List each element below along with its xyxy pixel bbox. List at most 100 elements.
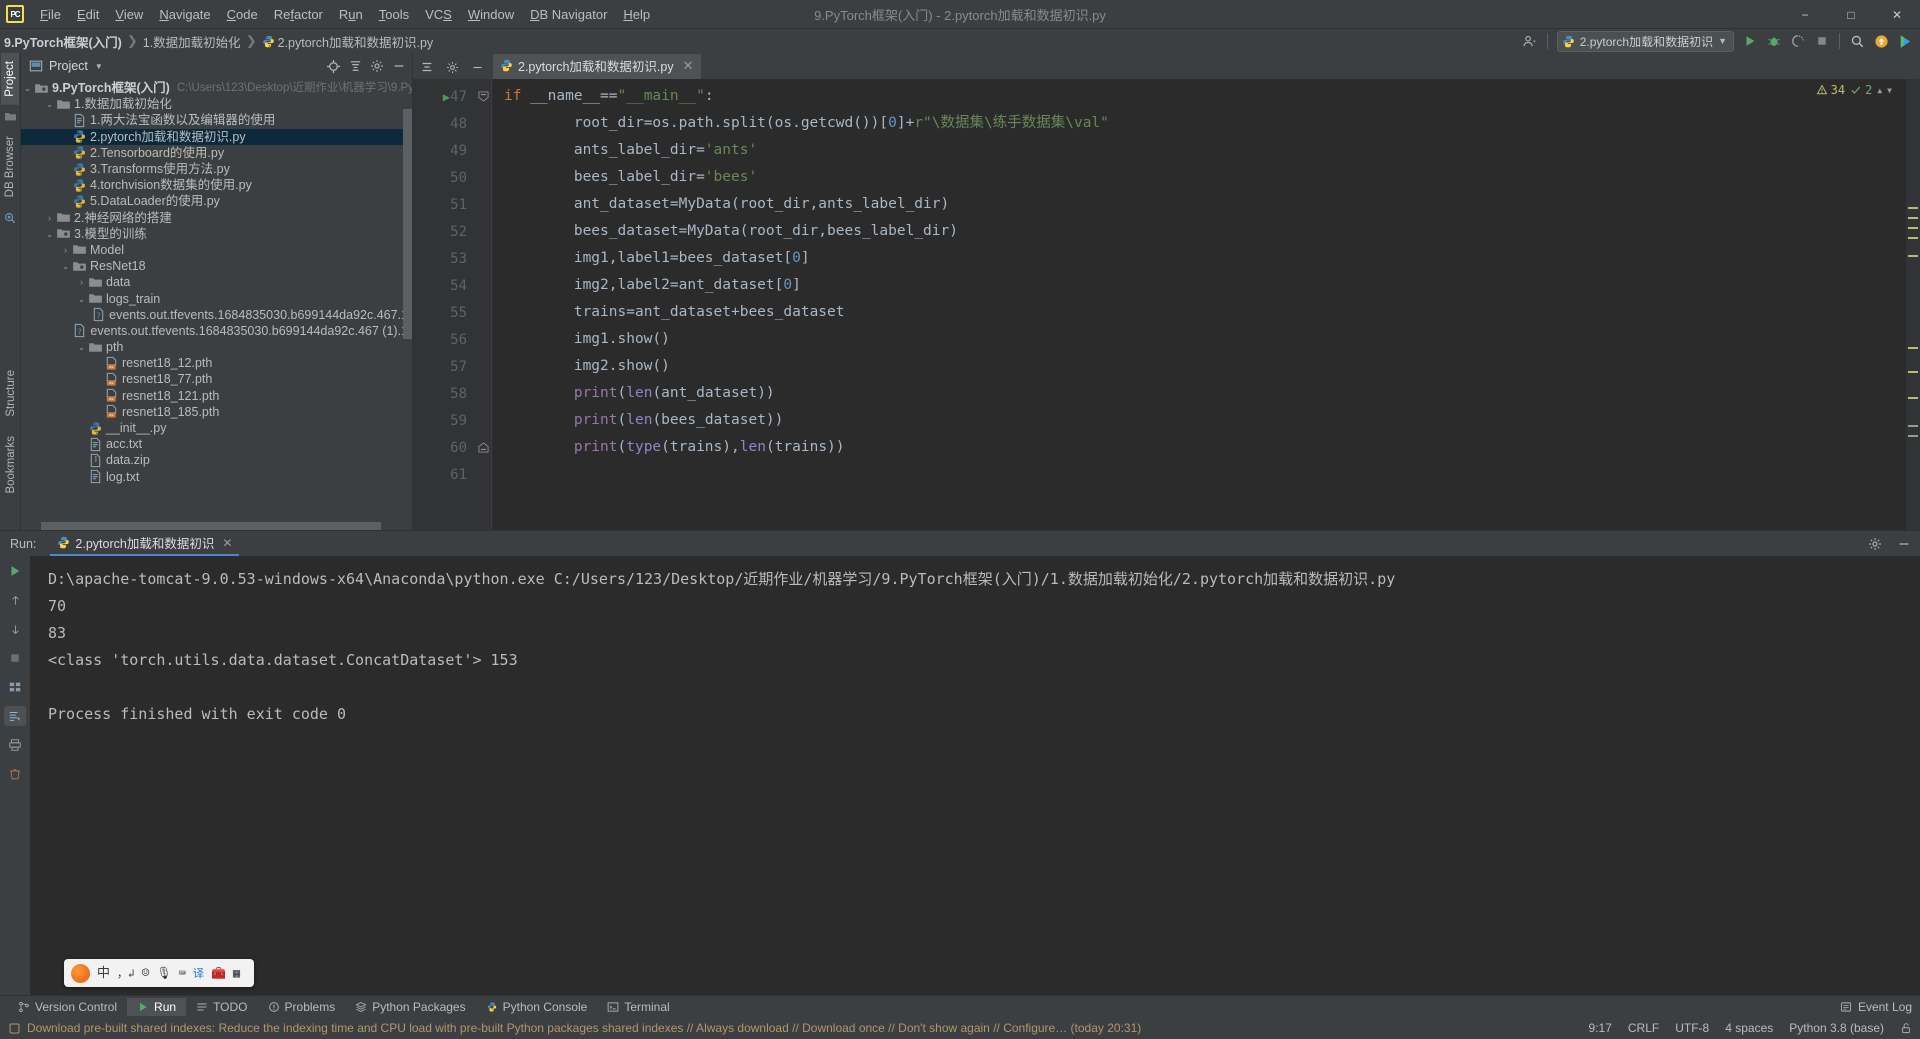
tree-row[interactable]: 2.pytorch加载和数据初识.py [21, 128, 412, 145]
close-icon-run-tab[interactable]: ✕ [222, 536, 232, 550]
menu-view[interactable]: View [107, 3, 151, 26]
run-configuration-selector[interactable]: 2.pytorch加载和数据初识 ▼ [1556, 30, 1734, 52]
tree-row[interactable]: ⌄ 3.模型的训练 [21, 226, 412, 242]
code-line[interactable]: img1,label1=bees_dataset[0] [492, 245, 1920, 272]
tool-window-version-control[interactable]: Version Control [8, 998, 127, 1016]
emoji-icon[interactable]: ☺ [142, 960, 150, 987]
code-content[interactable]: if __name__=="__main__": root_dir=os.pat… [491, 79, 1920, 530]
db-search-icon[interactable] [3, 211, 17, 225]
toolbox-icon[interactable]: 🧰 [211, 960, 226, 987]
gutter-line[interactable]: ▶ 47 [413, 83, 475, 110]
tree-row[interactable]: ⌄ ResNet18 [21, 258, 412, 274]
breadcrumb-folder[interactable]: 1.数据加载初始化 [143, 32, 241, 51]
chevron-up-icon[interactable]: ▲ [1877, 86, 1882, 95]
gutter-line[interactable]: 57 [413, 353, 475, 380]
tree-row[interactable]: 3.Transforms使用方法.py [21, 161, 412, 177]
trash-icon[interactable] [4, 764, 26, 784]
close-icon[interactable]: ✕ [683, 58, 694, 74]
close-button[interactable]: ✕ [1874, 0, 1920, 29]
gutter-line[interactable]: 61 [413, 461, 475, 488]
sidebar-item-bookmarks[interactable]: Bookmarks [2, 426, 20, 504]
down-arrow-icon[interactable] [4, 619, 26, 639]
line-separator[interactable]: CRLF [1628, 1021, 1659, 1035]
update-icon[interactable] [1870, 30, 1892, 52]
tree-row[interactable]: <> resnet18_121.pth [21, 388, 412, 404]
inspection-widget[interactable]: 34 2 ▲ ▼ [1816, 83, 1892, 97]
editor-hide-icon[interactable] [467, 57, 487, 77]
stripe-warning-mark-6[interactable] [1908, 347, 1918, 349]
rerun-icon[interactable] [4, 561, 26, 581]
menu-file[interactable]: File [32, 3, 69, 26]
code-line[interactable]: root_dir=os.path.split(os.getcwd())[0]+r… [492, 110, 1920, 137]
indent-setting[interactable]: 4 spaces [1725, 1021, 1773, 1035]
code-line[interactable]: img2,label2=ant_dataset[0] [492, 272, 1920, 299]
caret-position[interactable]: 9:17 [1589, 1021, 1612, 1035]
stripe-warning-mark-1[interactable] [1908, 207, 1918, 209]
tool-window-todo[interactable]: TODO [186, 998, 257, 1016]
project-tree-vertical-scrollbar[interactable] [403, 109, 412, 339]
gutter-line[interactable]: 54 [413, 272, 475, 299]
breadcrumb-project[interactable]: 9.PyTorch框架(入门) [4, 32, 122, 51]
tool-window-run[interactable]: Run [127, 997, 187, 1016]
tree-row[interactable]: acc.txt [21, 436, 412, 452]
menu-help[interactable]: Help [615, 3, 658, 26]
tree-row[interactable]: data.zip [21, 452, 412, 468]
tool-window-python-packages[interactable]: Python Packages [345, 998, 475, 1016]
gutter-line[interactable]: 51 [413, 191, 475, 218]
coverage-button[interactable] [1787, 30, 1809, 52]
run-tab-active[interactable]: 2.pytorch加载和数据初识 ✕ [50, 532, 240, 556]
sidebar-item-structure[interactable]: Structure [2, 360, 20, 427]
sidebar-item-db-browser[interactable]: DB Browser [1, 128, 19, 205]
translate-icon[interactable]: 译 [193, 960, 204, 987]
search-icon[interactable] [1846, 30, 1868, 52]
code-line[interactable]: print(len(bees_dataset)) [492, 407, 1920, 434]
tree-row[interactable]: ⌄ logs_train [21, 290, 412, 306]
structure-folder-icon[interactable] [4, 111, 17, 122]
stripe-warning-mark-8[interactable] [1908, 397, 1918, 399]
run-button[interactable] [1739, 30, 1761, 52]
stripe-warning-mark-2[interactable] [1908, 217, 1918, 219]
tree-row[interactable]: › data [21, 274, 412, 290]
settings-icon[interactable] [367, 56, 387, 76]
menu-tools[interactable]: Tools [371, 3, 417, 26]
gutter-line[interactable]: 48 [413, 110, 475, 137]
sogou-icon[interactable] [71, 963, 90, 983]
project-tree[interactable]: ⌄ 9.PyTorch框架(入门) C:\Users\123\Desktop\近期作… [21, 79, 412, 530]
tree-row[interactable]: › Model [21, 242, 412, 258]
hide-icon[interactable] [389, 56, 409, 76]
code-line[interactable]: print(len(ant_dataset)) [492, 380, 1920, 407]
status-message[interactable]: Download pre-built shared indexes: Reduc… [8, 1021, 1141, 1035]
code-line[interactable] [492, 461, 1920, 488]
chevron-down-icon[interactable]: ⌄ [43, 96, 56, 112]
editor-settings-icon[interactable] [442, 57, 462, 77]
tree-row[interactable]: 2.Tensorboard的使用.py [21, 145, 412, 161]
sidebar-item-project[interactable]: Project [1, 53, 19, 105]
soft-wrap-icon[interactable] [4, 677, 26, 697]
tree-row[interactable]: ⌄ pth [21, 339, 412, 355]
settings-icon-run[interactable] [1865, 534, 1885, 554]
chevron-right-icon[interactable]: › [59, 242, 72, 258]
menu-db-navigator[interactable]: DB Navigator [522, 3, 615, 26]
gutter-line[interactable]: 52 [413, 218, 475, 245]
chevron-down-icon[interactable]: ⌄ [75, 339, 88, 355]
print-icon[interactable] [4, 735, 26, 755]
menu-refactor[interactable]: Refactor [266, 3, 331, 26]
gutter-line[interactable]: 55 [413, 299, 475, 326]
chevron-right-icon[interactable]: › [75, 274, 88, 290]
chevron-down-icon-inspect[interactable]: ▼ [1887, 86, 1892, 95]
minimize-button[interactable]: − [1782, 0, 1828, 29]
stripe-warning-mark-5[interactable] [1908, 255, 1918, 257]
code-line[interactable]: img2.show() [492, 353, 1920, 380]
comma-icon[interactable]: ，↲ [117, 960, 135, 987]
voice-icon[interactable]: 🎙 [156, 960, 171, 987]
tree-row[interactable]: __init__.py [21, 420, 412, 436]
tree-row[interactable]: log.txt [21, 469, 412, 485]
editor-tab-active[interactable]: 2.pytorch加载和数据初识.py ✕ [493, 54, 701, 79]
chevron-down-icon[interactable]: ⌄ [21, 80, 34, 96]
tree-row[interactable]: <> resnet18_185.pth [21, 404, 412, 420]
tool-window-problems[interactable]: Problems [258, 998, 346, 1016]
error-stripe[interactable] [1906, 79, 1920, 530]
stop-icon-run[interactable] [4, 648, 26, 668]
tree-row[interactable]: › 2.神经网络的搭建 [21, 210, 412, 226]
gutter-line[interactable]: 53 [413, 245, 475, 272]
